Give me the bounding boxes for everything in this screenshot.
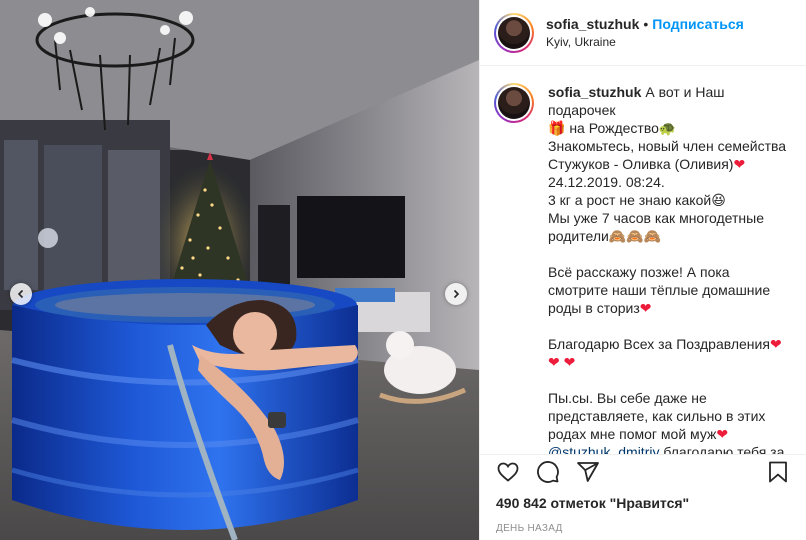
action-icons bbox=[496, 457, 790, 487]
caption-line: 🎁 на Рождество🐢 bbox=[548, 120, 677, 136]
save-button[interactable] bbox=[766, 460, 790, 484]
carousel-prev-button[interactable] bbox=[10, 283, 32, 305]
heart-emoji: ❤ bbox=[716, 426, 729, 442]
caption-line: представляете, как сильно в этих bbox=[548, 408, 766, 424]
comments-section[interactable]: sofia_stuzhuk А вот и Наш подарочек 🎁 на … bbox=[480, 67, 806, 454]
caption-line: смотрите наши тёплые домашние bbox=[548, 282, 771, 298]
caption-line: Мы уже 7 часов как многодетные bbox=[548, 210, 764, 226]
post-timestamp[interactable]: день назад bbox=[496, 523, 790, 534]
chevron-left-icon bbox=[17, 289, 24, 299]
comment-button[interactable] bbox=[536, 460, 560, 484]
post-caption: sofia_stuzhuk А вот и Наш подарочек 🎁 на … bbox=[548, 83, 790, 454]
avatar-image bbox=[498, 16, 530, 49]
caption-line: 3 кг а рост не знаю какой😆 bbox=[548, 192, 726, 208]
like-button[interactable] bbox=[496, 460, 520, 484]
post-header: sofia_stuzhuk • Подписаться Kyiv, Ukrain… bbox=[480, 0, 806, 66]
caption-line: родители🙈🙈🙈 bbox=[548, 228, 662, 244]
heart-icon bbox=[497, 462, 519, 482]
post-photo[interactable] bbox=[0, 0, 479, 540]
caption-avatar[interactable] bbox=[494, 83, 534, 123]
post-actions: 490 842 отметок "Нравится" день назад bbox=[480, 454, 806, 534]
caption-line: благодарю тебя за bbox=[659, 444, 785, 454]
caption-line: Всё расскажу позже! А пока bbox=[548, 264, 730, 280]
follow-button[interactable]: Подписаться bbox=[652, 16, 744, 32]
share-button[interactable] bbox=[576, 460, 600, 484]
chevron-right-icon bbox=[453, 289, 460, 299]
avatar[interactable] bbox=[494, 12, 534, 53]
caption-line: 24.12.2019. 08:24. bbox=[548, 174, 665, 190]
photo-scene bbox=[0, 0, 479, 540]
caption-line: родах мне помог мой муж bbox=[548, 426, 717, 442]
share-icon bbox=[577, 462, 599, 482]
caption-avatar-image bbox=[498, 87, 530, 119]
caption-line: Благодарю Всех за Поздравления bbox=[548, 336, 770, 352]
mention-link[interactable]: @stuzhuk_dmitriy bbox=[548, 444, 659, 454]
heart-emoji: ❤ bbox=[769, 336, 782, 352]
caption-line: роды в сториз bbox=[548, 300, 640, 316]
post-panel: sofia_stuzhuk • Подписаться Kyiv, Ukrain… bbox=[479, 0, 806, 540]
separator-dot: • bbox=[643, 16, 649, 32]
comment-icon bbox=[537, 461, 559, 483]
heart-emoji: ❤ ❤ bbox=[548, 354, 576, 370]
caption-line: Знакомьтесь, новый член семейства bbox=[548, 138, 787, 154]
caption-line: Пы.сы. Вы себе даже не bbox=[548, 390, 707, 406]
carousel-next-button[interactable] bbox=[445, 283, 467, 305]
location-link[interactable]: Kyiv, Ukraine bbox=[546, 35, 744, 49]
caption-username[interactable]: sofia_stuzhuk bbox=[548, 84, 641, 100]
author-username[interactable]: sofia_stuzhuk bbox=[546, 16, 639, 32]
heart-emoji: ❤ bbox=[733, 156, 746, 172]
bookmark-icon bbox=[769, 461, 787, 483]
caption-line: Стужуков - Оливка (Оливия) bbox=[548, 156, 734, 172]
likes-count[interactable]: 490 842 отметок "Нравится" bbox=[496, 495, 790, 511]
header-text: sofia_stuzhuk • Подписаться Kyiv, Ukrain… bbox=[546, 16, 744, 49]
heart-emoji: ❤ bbox=[639, 300, 652, 316]
